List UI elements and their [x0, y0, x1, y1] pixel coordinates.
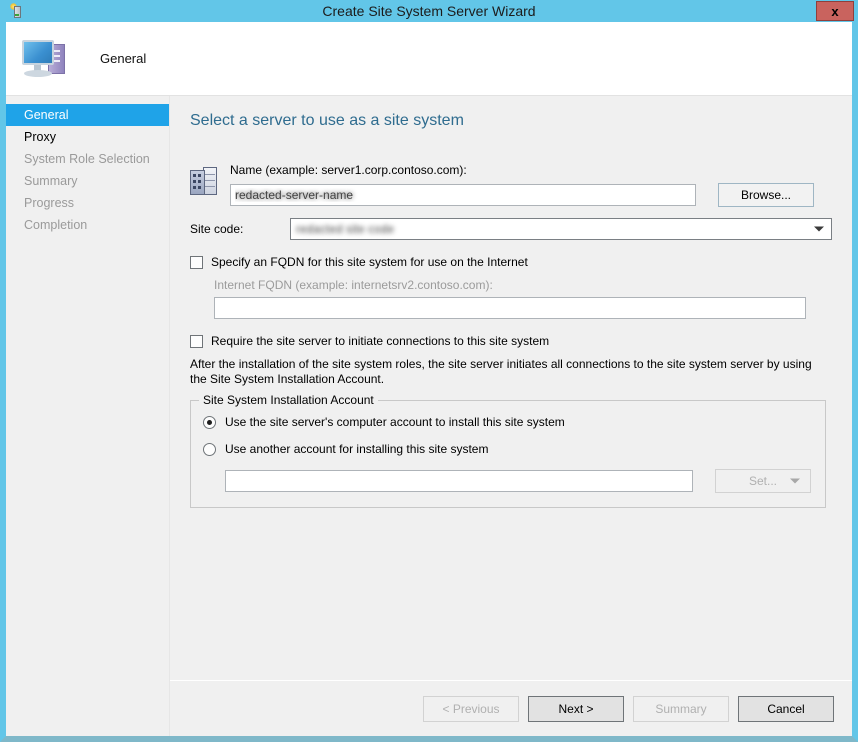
require-initiate-label: Require the site server to initiate conn… [211, 334, 550, 348]
cancel-button[interactable]: Cancel [738, 695, 834, 722]
title-bar: Create Site System Server Wizard x [0, 0, 858, 22]
require-initiate-row: Require the site server to initiate conn… [190, 334, 832, 348]
site-code-row: Site code: redacted site code [190, 218, 832, 240]
set-account-label: Set... [748, 474, 777, 488]
window-title: Create Site System Server Wizard [322, 3, 536, 19]
general-form: Name (example: server1.corp.contoso.com)… [190, 163, 832, 508]
wizard-steps-sidebar: General Proxy System Role Selection Summ… [6, 96, 170, 736]
previous-button[interactable]: < Previous [423, 695, 519, 722]
internet-fqdn-input[interactable] [214, 297, 806, 319]
wizard-window: Create Site System Server Wizard x Gener… [0, 0, 858, 742]
use-another-account-label: Use another account for installing this … [225, 442, 489, 456]
sidebar-item-general[interactable]: General [6, 104, 169, 126]
wizard-content: Select a server to use as a site system [170, 96, 852, 736]
server-name-row: Name (example: server1.corp.contoso.com)… [190, 163, 832, 207]
set-account-button[interactable]: Set... [715, 469, 811, 493]
chevron-down-icon [814, 226, 824, 232]
use-computer-account-radio[interactable] [203, 415, 216, 429]
close-button[interactable]: x [816, 1, 854, 21]
chevron-down-icon [790, 478, 800, 484]
wizard-footer: < Previous Next > Summary Cancel [170, 680, 852, 736]
sidebar-item-summary[interactable]: Summary [6, 170, 169, 192]
summary-button[interactable]: Summary [633, 695, 729, 722]
specify-fqdn-row: Specify an FQDN for this site system for… [190, 255, 832, 269]
page-title: Select a server to use as a site system [190, 112, 464, 129]
site-code-label: Site code: [190, 222, 244, 236]
next-button[interactable]: Next > [528, 695, 624, 722]
header-title: General [100, 51, 147, 66]
account-row: Set... [225, 469, 811, 493]
use-computer-account-row: Use the site server's computer account t… [203, 415, 811, 429]
internet-fqdn-label: Internet FQDN (example: internetsrv2.con… [214, 278, 493, 292]
server-wizard-icon [10, 3, 26, 19]
group-title: Site System Installation Account [199, 393, 378, 407]
wizard-body: General Proxy System Role Selection Summ… [6, 96, 852, 736]
site-code-select[interactable]: redacted site code [290, 218, 832, 240]
specify-fqdn-checkbox[interactable] [190, 255, 203, 269]
use-another-account-radio[interactable] [203, 442, 216, 456]
installation-note: After the installation of the site syste… [190, 357, 812, 386]
browse-button[interactable]: Browse... [718, 183, 814, 207]
wizard-header: General [6, 22, 852, 96]
use-another-account-row: Use another account for installing this … [203, 442, 811, 456]
sidebar-item-completion[interactable]: Completion [6, 214, 169, 236]
computer-icon [20, 34, 72, 84]
specify-fqdn-label: Specify an FQDN for this site system for… [211, 255, 528, 269]
site-system-installation-account-group: Site System Installation Account Use the… [190, 393, 826, 508]
sidebar-item-proxy[interactable]: Proxy [6, 126, 169, 148]
building-icon [190, 167, 218, 197]
use-computer-account-label: Use the site server's computer account t… [225, 415, 565, 429]
server-name-label: Name (example: server1.corp.contoso.com)… [230, 163, 467, 177]
require-initiate-checkbox[interactable] [190, 334, 203, 348]
sidebar-item-system-role-selection[interactable]: System Role Selection [6, 148, 169, 170]
server-name-input[interactable] [230, 184, 696, 206]
account-input[interactable] [225, 470, 693, 492]
site-code-value: redacted site code [296, 222, 395, 236]
sidebar-item-progress[interactable]: Progress [6, 192, 169, 214]
